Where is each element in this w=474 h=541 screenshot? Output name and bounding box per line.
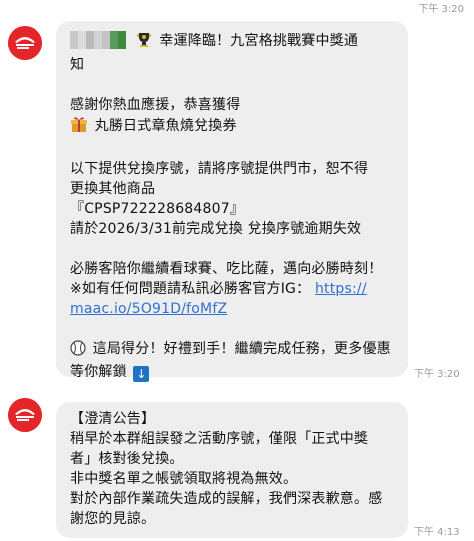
message-line: 知 [70,57,85,73]
message-line: 必勝客陪你繼續看球賽、吃比薩，邁向必勝時刻！ [70,261,383,277]
message-timestamp: 下午 3:20 [414,369,460,380]
unlock-text: 等你解鎖 [70,364,127,380]
sender-avatar[interactable] [8,26,42,60]
contact-link-start[interactable]: https:// [315,281,367,297]
baseball-icon [70,340,86,362]
message-line: 者」核對後兌換。 [70,451,184,467]
trophy-icon [135,30,153,54]
prize-line: 丸勝日式章魚燒兌換券 [70,115,394,139]
gift-icon [70,115,88,139]
message-line: ※如有任何問題請私訊必勝客官方IG： https:// [70,279,394,299]
contact-link-url[interactable]: maac.io/5O91D/foMfZ [70,301,227,317]
message-line: 更換其他商品 [70,181,156,197]
sender-avatar[interactable] [8,398,42,432]
censored-name-icon [70,31,126,55]
message-line: 謝您的見諒。 [70,511,156,527]
previous-message-timestamp: 下午 3:20 [418,4,464,15]
message-line: 非中獎名單之帳號領取將視為無效。 [70,471,298,487]
message-line: 等你解鎖 ↓ [70,362,394,382]
message-line: 稍早於本群組誤發之活動序號，僅限「正式中獎 [70,431,369,447]
pizza-hut-logo-icon [8,26,42,60]
message-line: 對於內部作業疏失造成的誤解，我們深表歉意。感 [70,491,383,507]
mission-text: 這局得分！好禮到手！繼續完成任務，更多優惠 [92,341,391,357]
redemption-code: 『CPSP722228684807』 [70,201,245,217]
announcement-title: 【澄清公告】 [70,411,156,427]
message-line: 請於2026/3/31前完成兌換 兌換序號逾期失效 [70,221,362,237]
pizza-hut-logo-icon [8,398,42,432]
message-bubble-prize: 幸運降臨！九宮格挑戰賽中獎通 知 感謝你熱血應援，恭喜獲得 丸勝日式章魚燒兌換券… [56,21,408,382]
message-title-text: 幸運降臨！九宮格挑戰賽中獎通 [159,33,359,49]
message-title-line: 幸運降臨！九宮格挑戰賽中獎通 [70,30,394,55]
prize-name: 丸勝日式章魚燒兌換券 [94,118,237,134]
down-arrow-icon: ↓ [133,366,150,382]
message-bubble-announcement: 【澄清公告】 稍早於本群組誤發之活動序號，僅限「正式中獎 者」核對後兌換。 非中… [56,402,408,538]
message-line: 感謝你熱血應援，恭喜獲得 [70,97,241,113]
message-line: 這局得分！好禮到手！繼續完成任務，更多優惠 [70,339,394,362]
message-line: 以下提供兌換序號，請將序號提供門市，恕不得 [70,161,369,177]
ig-contact-text: ※如有任何問題請私訊必勝客官方IG： [70,281,311,297]
message-line: maac.io/5O91D/foMfZ [70,299,394,319]
message-timestamp: 下午 4:13 [414,527,460,538]
